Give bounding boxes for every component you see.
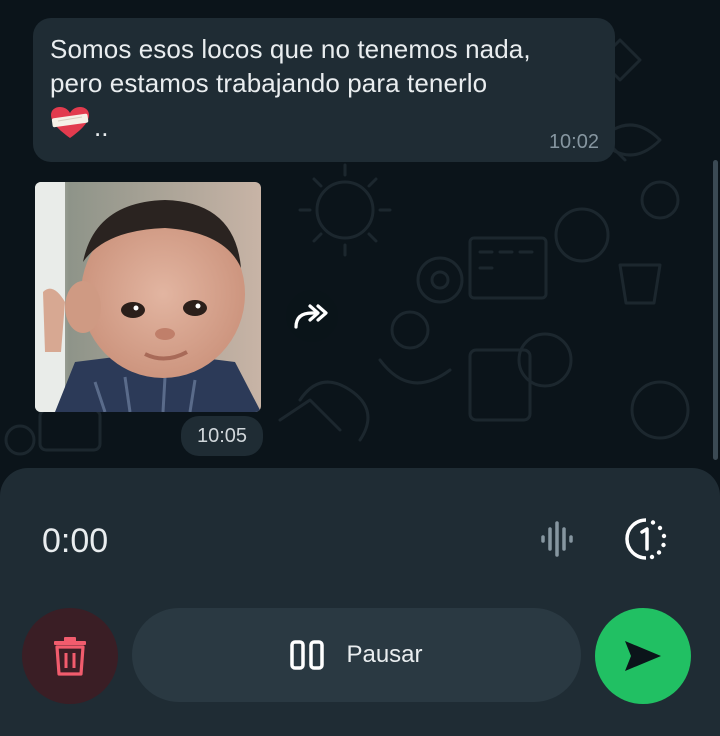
message-line-2: pero estamos trabajando para tenerlo	[50, 68, 488, 98]
baby-photo	[35, 182, 261, 412]
pause-recording-button[interactable]: Pausar	[132, 608, 581, 702]
message-bubble[interactable]: Somos esos locos que no tenemos nada, pe…	[33, 18, 615, 162]
waveform-icon	[535, 517, 579, 561]
forward-button[interactable]	[286, 290, 338, 342]
image-message[interactable]	[35, 182, 261, 412]
delete-recording-button[interactable]	[22, 608, 118, 704]
message-timestamp: 10:02	[548, 131, 599, 153]
image-timestamp: 10:05	[181, 416, 263, 456]
view-once-icon	[625, 518, 667, 560]
recording-timer: 0:00	[42, 522, 109, 560]
scrollbar[interactable]	[713, 160, 718, 460]
forward-icon	[294, 304, 328, 329]
heart-with-bandage-emoji	[50, 106, 90, 140]
message-line-1: Somos esos locos que no tenemos nada,	[50, 34, 531, 64]
message-trailing-text: ..	[94, 112, 109, 142]
pause-label: Pausar	[346, 641, 423, 668]
send-button[interactable]	[595, 608, 691, 704]
send-icon	[625, 641, 661, 671]
trash-icon	[54, 637, 86, 676]
pause-icon	[290, 640, 325, 670]
view-once-button[interactable]	[622, 515, 670, 563]
